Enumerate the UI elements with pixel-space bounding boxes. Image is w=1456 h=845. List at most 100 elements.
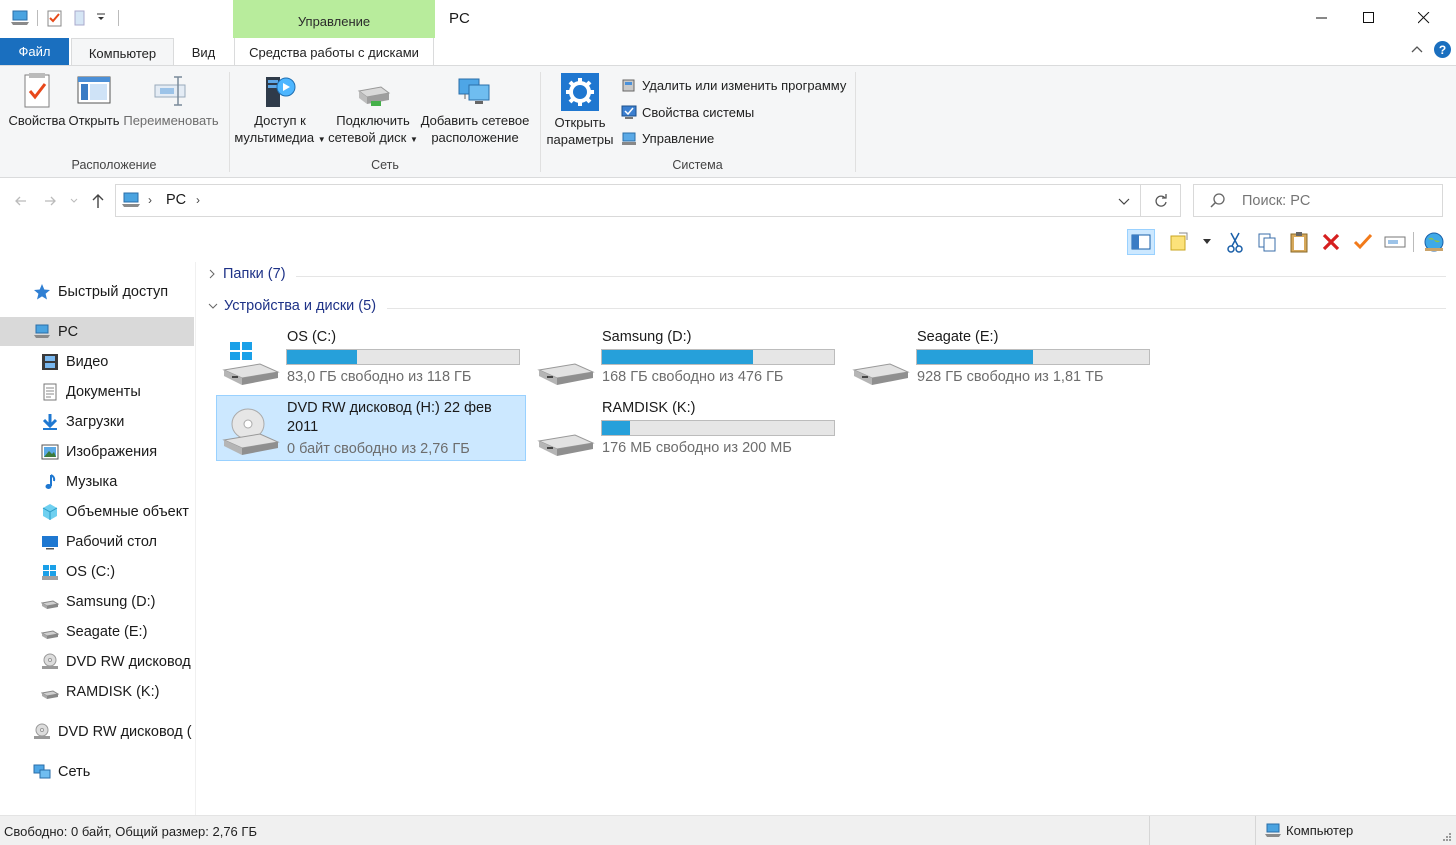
- manage-context-tab[interactable]: Управление: [233, 0, 435, 38]
- help-icon[interactable]: ?: [1434, 41, 1451, 58]
- refresh-button[interactable]: [1141, 184, 1181, 217]
- navigation-pane: Быстрый доступ PC Видео Документы Загруз…: [0, 262, 196, 815]
- search-input[interactable]: [1242, 191, 1432, 211]
- tab-disk-tools[interactable]: Средства работы с дисками: [234, 38, 434, 66]
- drive-tile-os-c[interactable]: OS (C:) 83,0 ГБ свободно из 118 ГБ: [216, 326, 526, 392]
- more-dropdown-button[interactable]: [1197, 229, 1217, 255]
- nav-item-documents[interactable]: Документы: [0, 377, 194, 406]
- tab-file[interactable]: Файл: [0, 38, 69, 65]
- group-label-system: Система: [672, 158, 723, 172]
- nav-network[interactable]: Сеть: [0, 757, 194, 786]
- properties-button[interactable]: Свойства: [7, 73, 67, 129]
- drive-tile-dvd-h[interactable]: DVD RW дисковод (H:) 22 фев 2011 0 байт …: [216, 395, 526, 461]
- nav-item-os-c[interactable]: OS (C:): [0, 557, 194, 586]
- new-folder-quick-icon[interactable]: [72, 9, 88, 27]
- divider: [1149, 816, 1150, 845]
- media-access-button[interactable]: Доступ к мультимедиа ▼: [233, 73, 327, 148]
- new-note-button[interactable]: [1165, 229, 1193, 255]
- document-icon: [43, 383, 57, 400]
- close-icon: [1418, 12, 1430, 24]
- breadcrumb-separator-icon[interactable]: ›: [196, 193, 200, 207]
- nav-item-seagate-e[interactable]: Seagate (E:): [0, 617, 194, 646]
- computer-icon: [121, 192, 141, 208]
- nav-item-dvd-h[interactable]: DVD RW дисковод: [0, 647, 194, 676]
- collapse-ribbon-icon[interactable]: [1410, 44, 1424, 54]
- network-globe-button[interactable]: [1420, 229, 1448, 255]
- drive-tile-seagate-e[interactable]: Seagate (E:) 928 ГБ свободно из 1,81 ТБ: [846, 326, 1156, 392]
- paste-button[interactable]: [1285, 229, 1313, 255]
- breadcrumb-separator-icon[interactable]: ›: [148, 193, 152, 207]
- nav-pc[interactable]: PC: [0, 317, 194, 346]
- network-location-icon: [455, 73, 495, 109]
- open-settings-button[interactable]: Открыть параметры: [544, 73, 616, 148]
- nav-item-samsung-d[interactable]: Samsung (D:): [0, 587, 194, 616]
- rename-button-small[interactable]: [1381, 229, 1409, 255]
- drive-icon: [41, 599, 59, 609]
- copy-button[interactable]: [1253, 229, 1281, 255]
- group-folders-header[interactable]: Папки (7): [207, 266, 286, 282]
- cut-button[interactable]: [1221, 229, 1249, 255]
- preview-pane-button[interactable]: [1127, 229, 1155, 255]
- system-properties-button[interactable]: Свойства системы: [621, 104, 754, 120]
- paste-icon: [1290, 232, 1308, 253]
- drive-free-space: 928 ГБ свободно из 1,81 ТБ: [917, 369, 1104, 385]
- drive-free-space: 168 ГБ свободно из 476 ГБ: [602, 369, 784, 385]
- tab-computer[interactable]: Компьютер: [71, 38, 174, 67]
- address-bar[interactable]: [115, 184, 1141, 217]
- chevron-down-icon: [1118, 198, 1130, 205]
- nav-item-3d-objects[interactable]: Объемные объект: [0, 497, 194, 526]
- nav-dvd-root[interactable]: DVD RW дисковод (: [0, 717, 194, 746]
- nav-quick-access[interactable]: Быстрый доступ: [0, 277, 194, 306]
- drive-tile-ramdisk-k[interactable]: RAMDISK (K:) 176 МБ свободно из 200 МБ: [531, 397, 841, 463]
- group-devices-header[interactable]: Устройства и диски (5): [207, 298, 376, 314]
- open-label: Открыть: [68, 113, 120, 128]
- map-network-drive-button[interactable]: Подключить сетевой диск ▼: [327, 73, 419, 148]
- chevron-down-icon: [208, 303, 218, 309]
- nav-item-downloads[interactable]: Загрузки: [0, 407, 194, 436]
- properties-button-small[interactable]: [1349, 229, 1377, 255]
- nav-item-music[interactable]: Музыка: [0, 467, 194, 496]
- add-label-line1: Добавить сетевое: [420, 113, 530, 128]
- address-history-button[interactable]: [1118, 196, 1130, 206]
- chevron-down-icon[interactable]: [96, 12, 106, 22]
- download-arrow-icon: [42, 413, 58, 430]
- up-button[interactable]: [91, 193, 105, 209]
- media-label-line2: мультимедиа: [234, 130, 315, 145]
- nav-item-pictures[interactable]: Изображения: [0, 437, 194, 466]
- breadcrumb-pc[interactable]: PC: [166, 192, 186, 208]
- uninstall-program-button[interactable]: Удалить или изменить программу: [621, 77, 846, 93]
- status-text: Свободно: 0 байт, Общий размер: 2,76 ГБ: [4, 824, 257, 839]
- rename-button[interactable]: Переименовать: [121, 73, 221, 129]
- delete-button[interactable]: [1317, 229, 1345, 255]
- resize-grip-icon[interactable]: [1442, 832, 1452, 842]
- preview-pane-icon: [1131, 234, 1151, 250]
- nav-item-ramdisk-k[interactable]: RAMDISK (K:): [0, 677, 194, 706]
- forward-button[interactable]: [43, 194, 57, 208]
- system-properties-label: Свойства системы: [642, 104, 755, 120]
- properties-quick-icon[interactable]: [46, 9, 64, 27]
- settings-gear-icon: [561, 73, 599, 111]
- status-zone-label: Компьютер: [1286, 823, 1354, 838]
- add-network-location-button[interactable]: Добавить сетевое расположение: [419, 73, 531, 146]
- nav-item-desktop[interactable]: Рабочий стол: [0, 527, 194, 556]
- music-note-icon: [45, 473, 56, 489]
- nav-item-video[interactable]: Видео: [0, 347, 194, 376]
- maximize-button[interactable]: [1346, 0, 1392, 36]
- close-button[interactable]: [1401, 0, 1447, 36]
- arrow-right-icon: [45, 196, 56, 206]
- group-divider: [296, 276, 1446, 277]
- add-label-line2: расположение: [431, 130, 519, 145]
- back-button[interactable]: [14, 194, 28, 208]
- search-icon: [1210, 193, 1225, 208]
- group-label-location: Расположение: [71, 158, 157, 172]
- recent-locations-button[interactable]: [70, 197, 78, 205]
- minimize-button[interactable]: [1299, 0, 1345, 36]
- tab-view[interactable]: Вид: [176, 38, 231, 66]
- drive-tile-samsung-d[interactable]: Samsung (D:) 168 ГБ свободно из 476 ГБ: [531, 326, 841, 392]
- manage-button[interactable]: Управление: [621, 130, 714, 146]
- group-label-network: Сеть: [371, 158, 399, 172]
- open-button[interactable]: Открыть: [68, 73, 120, 129]
- rename-label: Переименовать: [123, 113, 219, 128]
- search-box[interactable]: [1193, 184, 1443, 217]
- copy-icon: [1258, 233, 1276, 252]
